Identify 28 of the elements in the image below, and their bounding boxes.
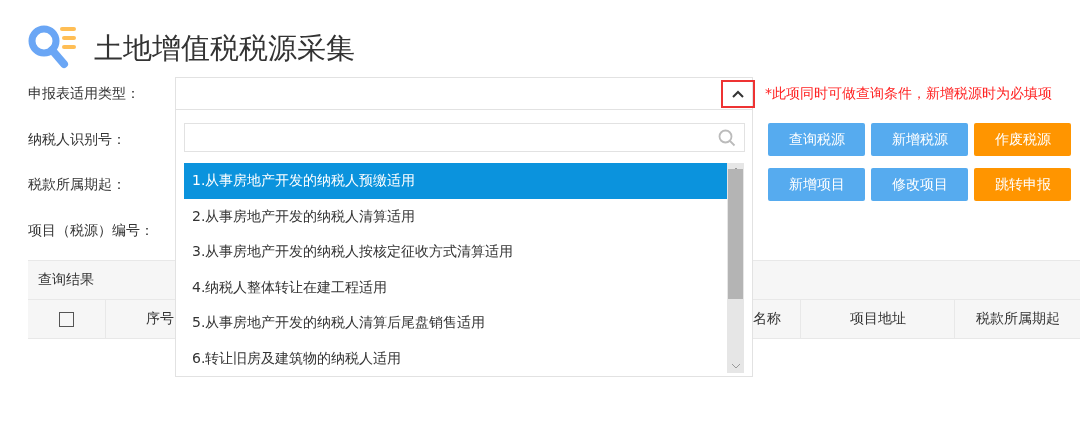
scroll-down-icon[interactable]: [730, 363, 741, 369]
field-label: 纳税人识别号：: [28, 130, 127, 149]
search-icon: [718, 129, 736, 147]
dropdown-option[interactable]: 3.从事房地产开发的纳税人按核定征收方式清算适用: [184, 234, 728, 270]
scrollbar[interactable]: [727, 163, 744, 373]
chevron-button[interactable]: [721, 80, 755, 108]
action-button[interactable]: 修改项目: [871, 168, 968, 201]
dropdown-option[interactable]: 1.从事房地产开发的纳税人预缴适用: [184, 163, 728, 199]
field-label: 税款所属期起：: [28, 175, 127, 194]
action-button[interactable]: 作废税源: [974, 123, 1071, 156]
checkbox[interactable]: [58, 311, 74, 327]
search-field[interactable]: [184, 123, 745, 152]
action-button[interactable]: 跳转申报: [974, 168, 1071, 201]
required-hint: *此项同时可做查询条件，新增税源时为必填项: [765, 84, 1052, 103]
action-button[interactable]: 查询税源: [768, 123, 865, 156]
dropdown-option[interactable]: 5.从事房地产开发的纳税人清算后尾盘销售适用: [184, 305, 728, 341]
field-label: 项目（税源）编号：: [28, 221, 155, 240]
page-title: 土地增值税税源采集: [94, 30, 355, 67]
action-button[interactable]: 新增项目: [768, 168, 865, 201]
chevron-icon: [732, 90, 744, 98]
dropdown-option[interactable]: 2.从事房地产开发的纳税人清算适用: [184, 198, 728, 234]
field-label: 申报表适用类型：: [28, 84, 141, 103]
dropdown-option[interactable]: 4.纳税人整体转让在建工程适用: [184, 269, 728, 305]
results-title: 查询结果: [38, 271, 94, 289]
table-header-cell-text: 税款所属期起: [974, 309, 1061, 328]
action-button[interactable]: 新增税源: [871, 123, 968, 156]
dropdown-option[interactable]: 6.转让旧房及建筑物的纳税人适用: [184, 340, 728, 376]
table-header-cell: 项目地址: [800, 300, 956, 338]
